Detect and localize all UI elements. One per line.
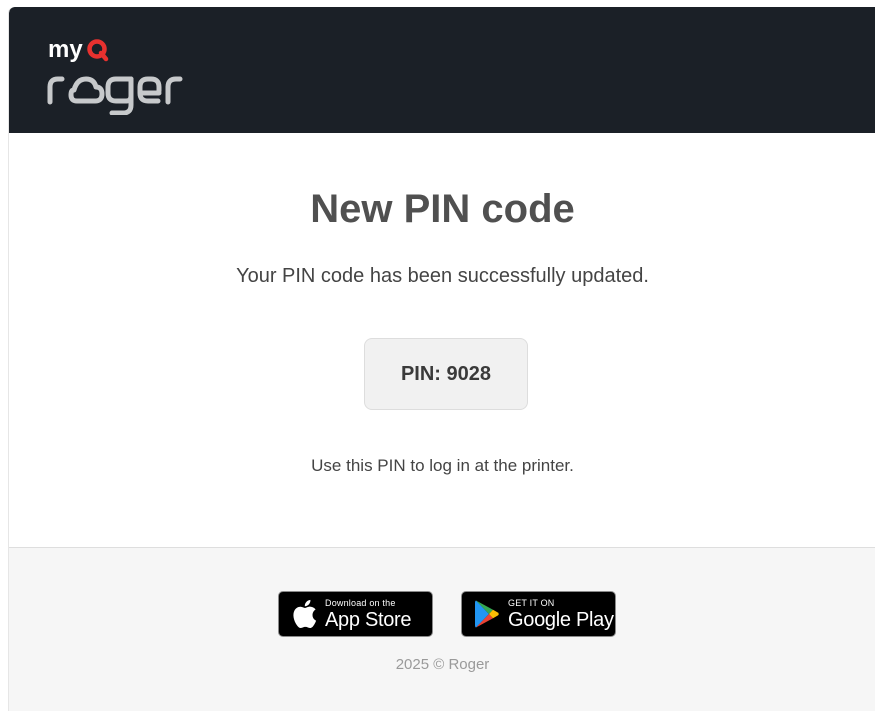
success-message: Your PIN code has been successfully upda…	[236, 265, 649, 287]
svg-text:my: my	[48, 36, 83, 63]
google-play-badge[interactable]: GET IT ON Google Play	[461, 591, 616, 637]
email-card: my New PIN code Your PIN code has been s…	[8, 7, 875, 711]
copyright-text: 2025 © Roger	[395, 656, 490, 673]
header: my	[9, 7, 875, 133]
pin-usage-hint: Use this PIN to log in at the printer.	[311, 456, 574, 475]
page-title: New PIN code	[310, 187, 575, 231]
pin-code-label: PIN: 9028	[400, 362, 492, 385]
google-play-icon	[474, 599, 500, 629]
google-play-big-text: Google Play	[508, 608, 614, 631]
apple-icon	[291, 599, 317, 629]
footer: Download on the App Store GET IT ON Goog…	[9, 547, 875, 711]
google-play-small-text: GET IT ON	[508, 597, 555, 608]
app-store-big-text: App Store	[325, 608, 412, 631]
main-content: New PIN code Your PIN code has been succ…	[9, 133, 875, 547]
pin-code-box: PIN: 9028	[364, 338, 528, 410]
app-store-small-text: Download on the	[325, 597, 396, 608]
myq-roger-logo: my	[46, 35, 216, 115]
app-store-badge[interactable]: Download on the App Store	[278, 591, 433, 637]
